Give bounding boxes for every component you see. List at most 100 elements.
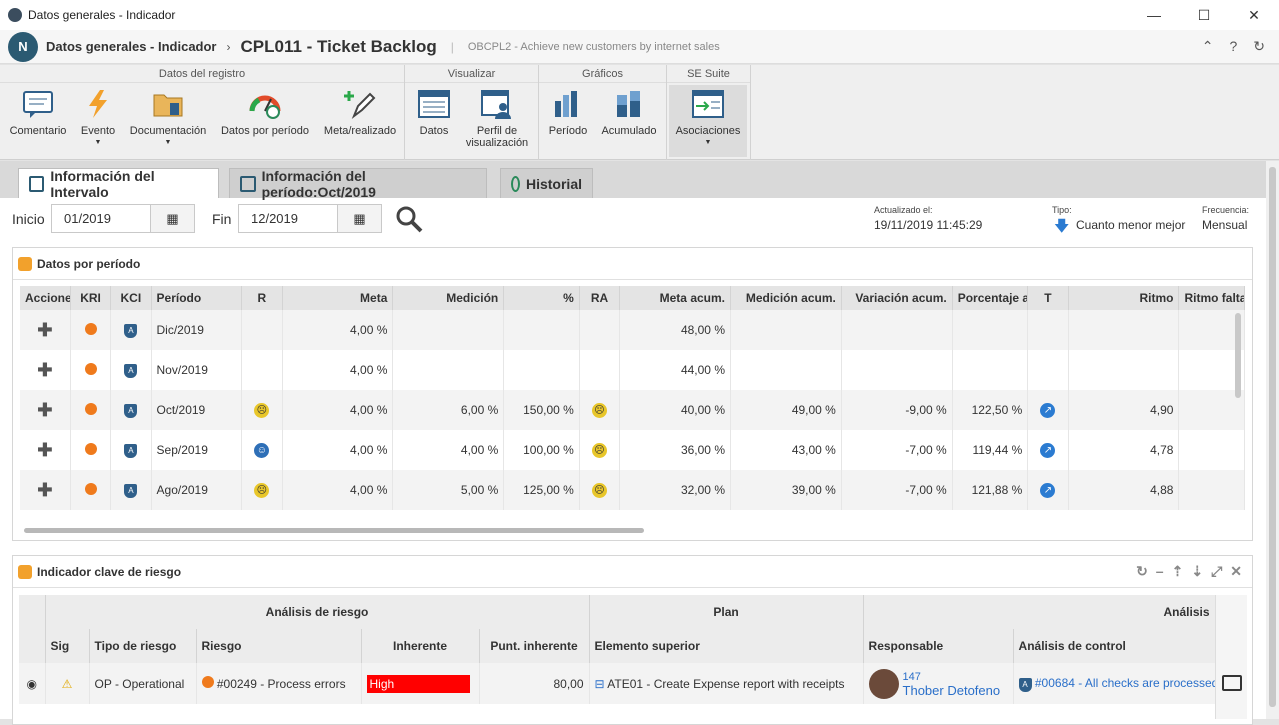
- column-header[interactable]: %: [503, 286, 580, 310]
- elemento-cell[interactable]: ⊟ ATE01 - Create Expense report with rec…: [589, 663, 864, 704]
- view-icon[interactable]: [1222, 675, 1242, 691]
- tab-periodo[interactable]: Información del período:Oct/2019: [229, 168, 487, 200]
- column-header[interactable]: Responsable: [863, 629, 1014, 663]
- fin-calendar-button[interactable]: ▦: [337, 204, 382, 233]
- help-icon[interactable]: ?: [1229, 38, 1237, 55]
- expand-row-icon[interactable]: ✚: [37, 480, 52, 500]
- table-horizontal-scrollbar[interactable]: [24, 528, 644, 533]
- column-header[interactable]: Análisis de control: [1013, 629, 1216, 663]
- var-acum-cell: [841, 350, 953, 390]
- var-acum-cell: -9,00 %: [841, 390, 953, 430]
- column-header[interactable]: Ritmo faltante: [1178, 286, 1245, 310]
- collapse-icon[interactable]: ⌃: [1202, 38, 1214, 55]
- refresh-icon[interactable]: ↻: [1253, 38, 1265, 55]
- meta-realizado-button[interactable]: Meta/realizado: [320, 85, 400, 157]
- ritmo-cell: 4,88: [1068, 470, 1180, 510]
- table-vertical-scrollbar[interactable]: [1235, 313, 1241, 398]
- close-button[interactable]: ✕: [1229, 7, 1279, 24]
- column-header[interactable]: Meta: [282, 286, 394, 310]
- comentario-button[interactable]: Comentario: [4, 85, 72, 157]
- group-header: Análisis de riesgo: [45, 595, 590, 629]
- evento-button[interactable]: Evento ▼: [76, 85, 120, 157]
- table-row[interactable]: ✚ A Ago/2019 ☹ 4,00 % 5,00 % 125,00 % ☹ 32,00 % 3…: [20, 470, 1245, 510]
- column-header[interactable]: Ritmo: [1068, 286, 1180, 310]
- column-header[interactable]: Meta acum.: [619, 286, 731, 310]
- periodo-chart-button[interactable]: Período: [545, 85, 591, 157]
- column-header[interactable]: T: [1027, 286, 1069, 310]
- table-header-row: Acciones KRI KCI Período R Meta Medición…: [20, 286, 1245, 310]
- column-header[interactable]: Período: [151, 286, 243, 310]
- minimize-icon[interactable]: –: [1156, 563, 1164, 580]
- control-cell[interactable]: A #00684 - All checks are processed: [1013, 663, 1216, 704]
- app-icon: [8, 8, 22, 22]
- column-header[interactable]: Tipo de riesgo: [89, 629, 197, 663]
- row-radio[interactable]: ◉: [19, 663, 46, 704]
- expand-row-icon[interactable]: ✚: [37, 320, 52, 340]
- documentacion-button[interactable]: Documentación ▼: [126, 85, 210, 157]
- column-header[interactable]: Variación acum.: [841, 286, 953, 310]
- search-icon[interactable]: [395, 205, 423, 236]
- column-header[interactable]: R: [241, 286, 283, 310]
- meta-cell: 4,00 %: [282, 350, 394, 390]
- inicio-input[interactable]: 01/2019: [51, 204, 151, 233]
- tab-intervalo[interactable]: Información del Intervalo: [18, 168, 219, 200]
- frecuencia-label: Frecuencia:: [1202, 205, 1250, 215]
- medicion-cell: [392, 350, 505, 390]
- main-scrollbar[interactable]: [1266, 161, 1279, 719]
- column-header[interactable]: Acciones: [20, 286, 71, 310]
- maximize-button[interactable]: ☐: [1179, 7, 1229, 24]
- table-row[interactable]: ✚ A Oct/2019 ☹ 4,00 % 6,00 % 150,00 % ☹ 40,00 % 4…: [20, 390, 1245, 430]
- column-header[interactable]: Sig: [45, 629, 90, 663]
- table-row[interactable]: ◉ ⚠ OP - Operational #00249 - Process er…: [19, 663, 1216, 704]
- responsable-cell[interactable]: 147 Thober Detofeno: [863, 663, 1014, 704]
- riesgo-cell[interactable]: #00249 - Process errors: [196, 663, 362, 704]
- meta-cell: 4,00 %: [282, 390, 394, 430]
- expand-row-icon[interactable]: ✚: [37, 400, 52, 420]
- responsable-id[interactable]: 147: [903, 670, 1001, 684]
- panel-title-text: Datos por período: [37, 256, 141, 271]
- medicion-cell: 5,00 %: [392, 470, 505, 510]
- column-header[interactable]: Punt. inherente: [479, 629, 590, 663]
- datos-button[interactable]: Datos: [411, 85, 457, 157]
- period-table: Acciones KRI KCI Período R Meta Medición…: [20, 286, 1245, 510]
- periodo-cell: Nov/2019: [151, 350, 243, 390]
- column-header[interactable]: Riesgo: [196, 629, 362, 663]
- panel-title: Datos por período: [13, 248, 1252, 280]
- tipo-value: Cuanto menor mejor: [1076, 218, 1186, 232]
- inicio-calendar-button[interactable]: ▦: [150, 204, 195, 233]
- tab-historial[interactable]: Historial: [500, 168, 593, 198]
- datos-por-periodo-button[interactable]: Datos por período: [218, 85, 312, 157]
- sort-desc-icon[interactable]: ⇣: [1191, 563, 1203, 580]
- kci-shield-icon: A: [124, 404, 138, 418]
- breadcrumb[interactable]: Datos generales - Indicador: [46, 39, 217, 54]
- fin-label: Fin: [212, 211, 232, 227]
- table-row[interactable]: ✚ A Dic/2019 4,00 % 48,00 %: [20, 310, 1245, 350]
- kri-bomb-icon: [84, 402, 97, 415]
- expand-row-icon[interactable]: ✚: [37, 440, 52, 460]
- column-header[interactable]: Medición: [392, 286, 505, 310]
- close-icon[interactable]: ✕: [1230, 563, 1242, 580]
- column-header[interactable]: KCI: [110, 286, 152, 310]
- perfil-visualizacion-button[interactable]: Perfil de visualización: [461, 85, 533, 157]
- column-header[interactable]: KRI: [70, 286, 112, 310]
- column-header[interactable]: RA: [579, 286, 621, 310]
- column-header[interactable]: Inherente: [361, 629, 480, 663]
- expand-icon[interactable]: ⤢: [1211, 563, 1222, 580]
- expand-row-icon[interactable]: ✚: [37, 360, 52, 380]
- minimize-button[interactable]: —: [1129, 7, 1179, 24]
- control-link[interactable]: #00684 - All checks are processed: [1035, 676, 1214, 690]
- table-row[interactable]: ✚ A Sep/2019 ☺ 4,00 % 4,00 % 100,00 % ☹ 36,00 % 4…: [20, 430, 1245, 470]
- kri-bomb-icon: [84, 442, 97, 455]
- fin-input[interactable]: 12/2019: [238, 204, 338, 233]
- column-header[interactable]: Medición acum.: [730, 286, 842, 310]
- asociaciones-button[interactable]: Asociaciones ▼: [669, 85, 747, 157]
- acumulado-chart-button[interactable]: Acumulado: [597, 85, 661, 157]
- refresh-icon[interactable]: ↻: [1136, 563, 1148, 580]
- column-header[interactable]: Elemento superior: [589, 629, 864, 663]
- responsable-name[interactable]: Thober Detofeno: [903, 683, 1001, 698]
- meta-acum-cell: 40,00 %: [619, 390, 731, 430]
- column-header[interactable]: Porcentaje acum.: [952, 286, 1029, 310]
- button-label: Datos: [419, 125, 449, 137]
- sort-asc-icon[interactable]: ⇡: [1172, 563, 1184, 580]
- table-row[interactable]: ✚ A Nov/2019 4,00 % 44,00 %: [20, 350, 1245, 390]
